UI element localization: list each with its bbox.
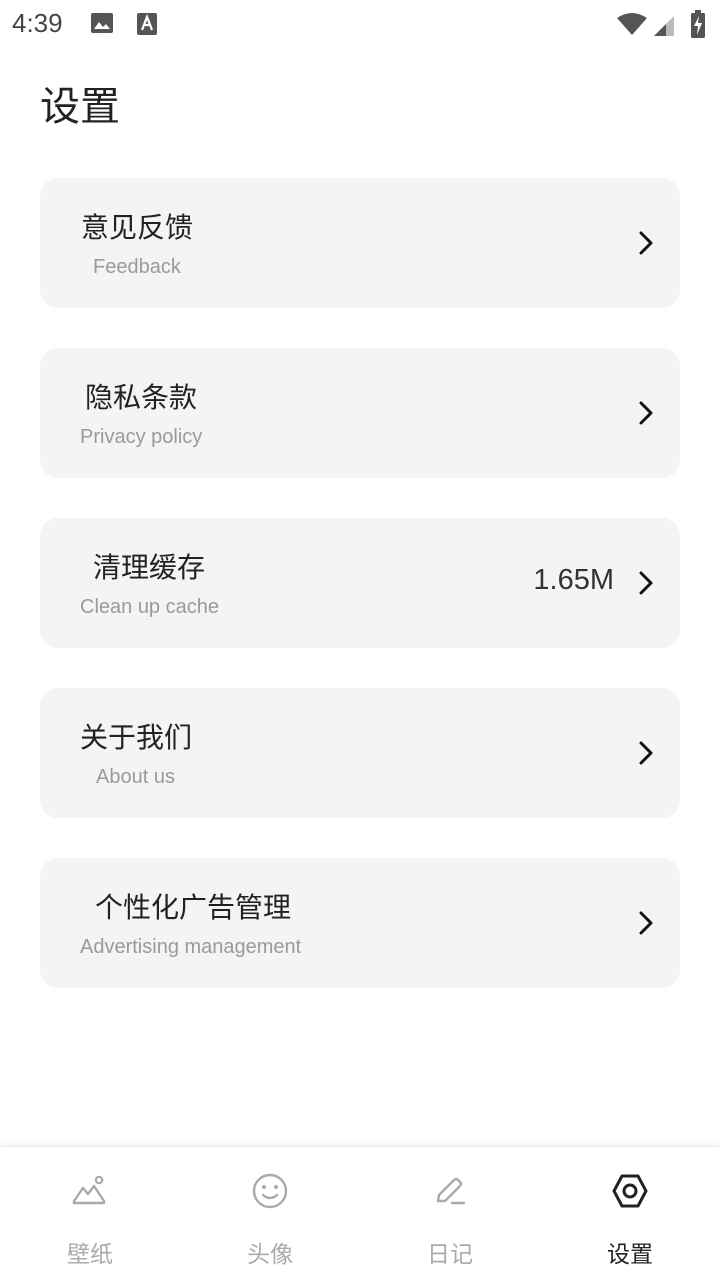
status-bar: 4:39 xyxy=(0,0,720,48)
about-us-card[interactable]: 关于我们 About us xyxy=(40,688,680,818)
image-notification-icon xyxy=(91,13,113,33)
smiley-icon xyxy=(252,1173,288,1209)
privacy-policy-title: 隐私条款 xyxy=(85,381,198,414)
text-a-notification-icon xyxy=(137,13,157,35)
chevron-right-icon xyxy=(639,231,653,255)
cache-size-value: 1.65M xyxy=(533,564,614,596)
nav-label-diary: 日记 xyxy=(427,1242,473,1268)
privacy-policy-card[interactable]: 隐私条款 Privacy policy xyxy=(40,348,680,478)
ad-management-card[interactable]: 个性化广告管理 Advertising management xyxy=(40,858,680,988)
nav-label-avatar: 头像 xyxy=(247,1242,293,1268)
nav-label-wallpaper: 壁纸 xyxy=(67,1242,113,1268)
nav-item-avatar[interactable]: 头像 xyxy=(180,1147,360,1280)
feedback-subtitle: Feedback xyxy=(93,256,181,278)
mountain-icon xyxy=(72,1175,106,1205)
chevron-right-icon xyxy=(639,911,653,935)
nav-item-wallpaper[interactable]: 壁纸 xyxy=(0,1147,180,1280)
nav-label-settings: 设置 xyxy=(607,1242,653,1268)
page-title: 设置 xyxy=(40,84,120,130)
pencil-icon xyxy=(436,1177,466,1205)
nav-item-settings[interactable]: 设置 xyxy=(540,1147,720,1280)
status-time: 4:39 xyxy=(12,8,63,38)
clear-cache-title: 清理缓存 xyxy=(93,551,206,584)
chevron-right-icon xyxy=(639,741,653,765)
battery-icon xyxy=(691,10,705,38)
bottom-navigation: 壁纸 头像 日记 设置 xyxy=(0,1146,720,1280)
chevron-right-icon xyxy=(639,571,653,595)
feedback-title: 意见反馈 xyxy=(81,211,194,244)
privacy-policy-subtitle: Privacy policy xyxy=(80,426,203,448)
signal-icon xyxy=(654,16,674,36)
clear-cache-card[interactable]: 清理缓存 Clean up cache 1.65M xyxy=(40,518,680,648)
about-us-subtitle: About us xyxy=(96,766,175,788)
chevron-right-icon xyxy=(639,401,653,425)
ad-management-title: 个性化广告管理 xyxy=(95,891,292,924)
ad-management-subtitle: Advertising management xyxy=(80,936,302,958)
settings-hexagon-icon xyxy=(612,1174,648,1208)
wifi-icon xyxy=(617,13,647,35)
about-us-title: 关于我们 xyxy=(80,721,193,754)
nav-item-diary[interactable]: 日记 xyxy=(360,1147,540,1280)
clear-cache-subtitle: Clean up cache xyxy=(80,596,219,618)
feedback-card[interactable]: 意见反馈 Feedback xyxy=(40,178,680,308)
